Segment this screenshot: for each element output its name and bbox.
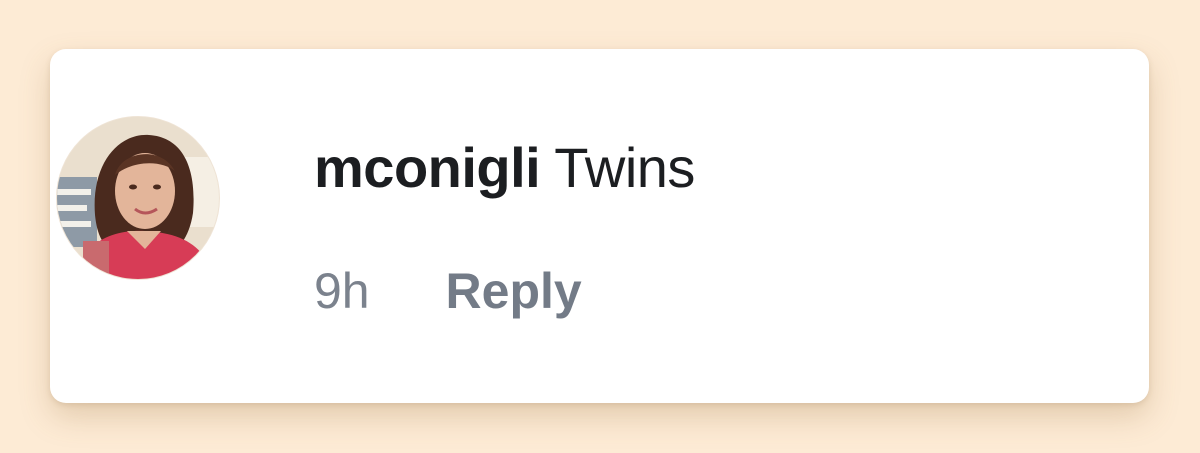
reply-button[interactable]: Reply bbox=[446, 263, 582, 319]
avatar[interactable] bbox=[56, 116, 220, 280]
user-avatar-photo-icon bbox=[57, 117, 219, 279]
timestamp: 9h bbox=[314, 263, 370, 319]
username-link[interactable]: mconigli bbox=[314, 136, 541, 199]
comment-card: mconigli Twins 9h Reply bbox=[50, 49, 1149, 403]
page-background: mconigli Twins 9h Reply bbox=[0, 0, 1200, 453]
comment-line: mconigli Twins bbox=[314, 135, 695, 201]
comment-text: Twins bbox=[554, 136, 695, 199]
comment-meta: 9h Reply bbox=[314, 261, 582, 321]
